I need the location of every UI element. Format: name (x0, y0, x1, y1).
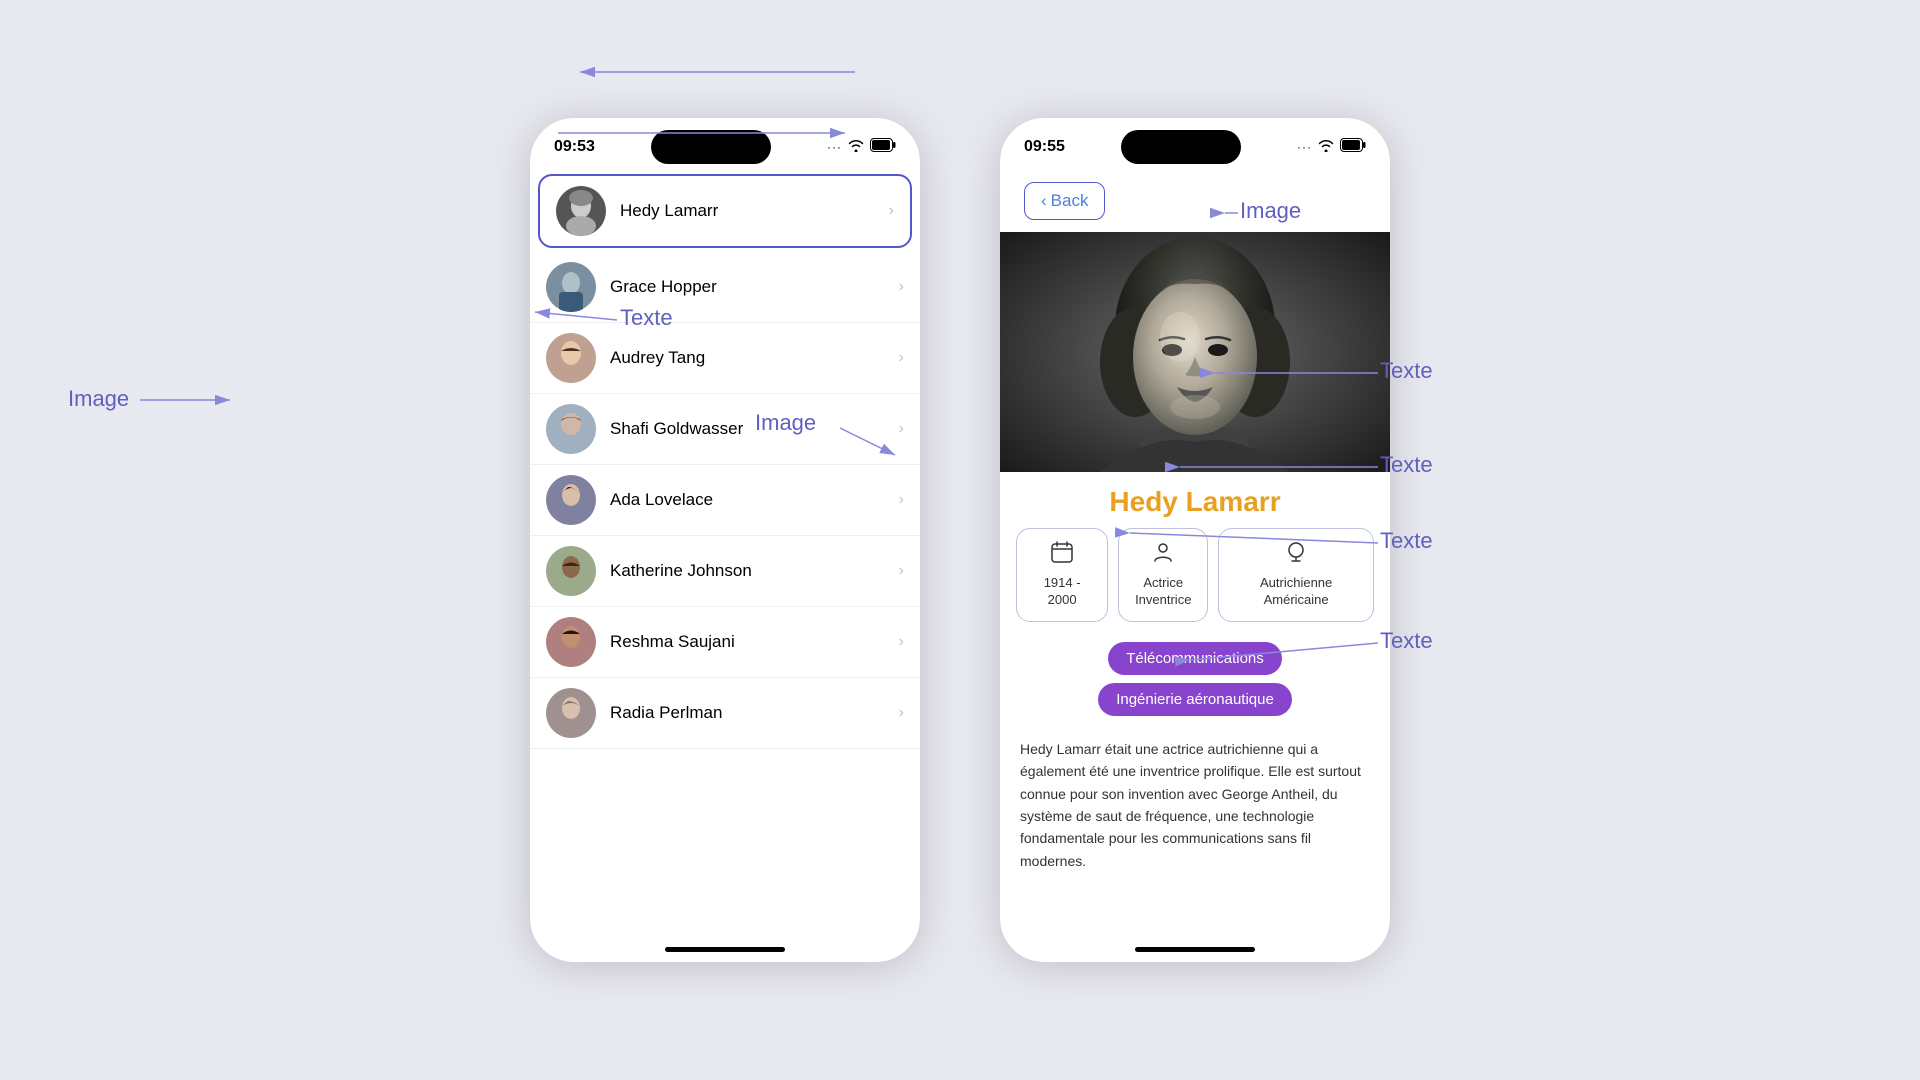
avatar-shafi (546, 404, 596, 454)
list-item-grace[interactable]: Grace Hopper › (530, 252, 920, 323)
description-text: Hedy Lamarr était une actrice autrichien… (1000, 730, 1390, 888)
back-button[interactable]: ‹ Back (1024, 182, 1105, 220)
avatar-audrey (546, 333, 596, 383)
avatar-radia (546, 688, 596, 738)
chevron-audrey: › (899, 349, 904, 367)
chevron-radia: › (899, 704, 904, 722)
wifi-icon-right (1317, 138, 1335, 157)
name-reshma: Reshma Saujani (610, 632, 899, 652)
role-card: Actrice Inventrice (1118, 528, 1208, 622)
home-indicator-right (1135, 947, 1255, 952)
back-label: Back (1051, 191, 1089, 211)
calendar-icon (1051, 541, 1073, 569)
list-item-shafi[interactable]: Shafi Goldwasser › (530, 394, 920, 465)
battery-icon (870, 138, 896, 157)
avatar-grace (546, 262, 596, 312)
hedy-image (1000, 232, 1390, 472)
role-text: Actrice Inventrice (1135, 575, 1191, 609)
chevron-hedy: › (889, 202, 894, 220)
detail-person-name: Hedy Lamarr (1000, 472, 1390, 528)
avatar-reshma (546, 617, 596, 667)
tags-container: Télécommunications Ingénierie aéronautiq… (1000, 634, 1390, 730)
dynamic-island-right (1121, 130, 1241, 164)
wifi-icon (847, 138, 865, 157)
role-icon (1152, 541, 1174, 569)
list-item-hedy[interactable]: Hedy Lamarr › (538, 174, 912, 248)
dates-card: 1914 - 2000 (1016, 528, 1108, 622)
left-phone: 09:53 ··· (530, 118, 920, 962)
avatar-hedy (556, 186, 606, 236)
status-icons-left: ··· (827, 138, 896, 157)
chevron-grace: › (899, 278, 904, 296)
list-item-ada[interactable]: Ada Lovelace › (530, 465, 920, 536)
name-radia: Radia Perlman (610, 703, 899, 723)
info-cards: 1914 - 2000 Actrice Inventrice (1000, 528, 1390, 634)
chevron-ada: › (899, 491, 904, 509)
time-left: 09:53 (554, 138, 595, 156)
time-right: 09:55 (1024, 138, 1065, 156)
chevron-shafi: › (899, 420, 904, 438)
list-item-radia[interactable]: Radia Perlman › (530, 678, 920, 749)
signal-dots: ··· (827, 140, 842, 154)
name-shafi: Shafi Goldwasser (610, 419, 899, 439)
battery-icon-right (1340, 138, 1366, 157)
dynamic-island-left (651, 130, 771, 164)
home-indicator-left (665, 947, 785, 952)
avatar-ada (546, 475, 596, 525)
name-grace: Grace Hopper (610, 277, 899, 297)
location-icon (1285, 541, 1307, 569)
name-katherine: Katherine Johnson (610, 561, 899, 581)
people-list: Hedy Lamarr › Grace Hopper › (530, 170, 920, 939)
list-item-reshma[interactable]: Reshma Saujani › (530, 607, 920, 678)
tag-aeronautique[interactable]: Ingénierie aéronautique (1098, 683, 1292, 716)
name-hedy: Hedy Lamarr (620, 201, 889, 221)
name-audrey: Audrey Tang (610, 348, 899, 368)
detail-content: Hedy Lamarr 1914 - 2000 (1000, 232, 1390, 939)
right-phone: 09:55 ··· ‹ Back (1000, 118, 1390, 962)
chevron-reshma: › (899, 633, 904, 651)
nationality-card: Autrichienne Américaine (1218, 528, 1374, 622)
tag-telecom[interactable]: Télécommunications (1108, 642, 1282, 675)
list-item-katherine[interactable]: Katherine Johnson › (530, 536, 920, 607)
status-bar-left: 09:53 ··· (530, 118, 920, 170)
dates-text: 1914 - 2000 (1031, 575, 1093, 609)
name-ada: Ada Lovelace (610, 490, 899, 510)
list-item-audrey[interactable]: Audrey Tang › (530, 323, 920, 394)
avatar-katherine (546, 546, 596, 596)
status-bar-right: 09:55 ··· (1000, 118, 1390, 170)
annotations-overlay: Image Texte Image Texte Image Texte Text… (0, 0, 1920, 1080)
back-chevron: ‹ (1041, 191, 1047, 211)
svg-text:Image: Image (68, 386, 129, 411)
nationality-text: Autrichienne Américaine (1233, 575, 1359, 609)
status-icons-right: ··· (1297, 138, 1366, 157)
signal-dots-right: ··· (1297, 140, 1312, 154)
chevron-katherine: › (899, 562, 904, 580)
